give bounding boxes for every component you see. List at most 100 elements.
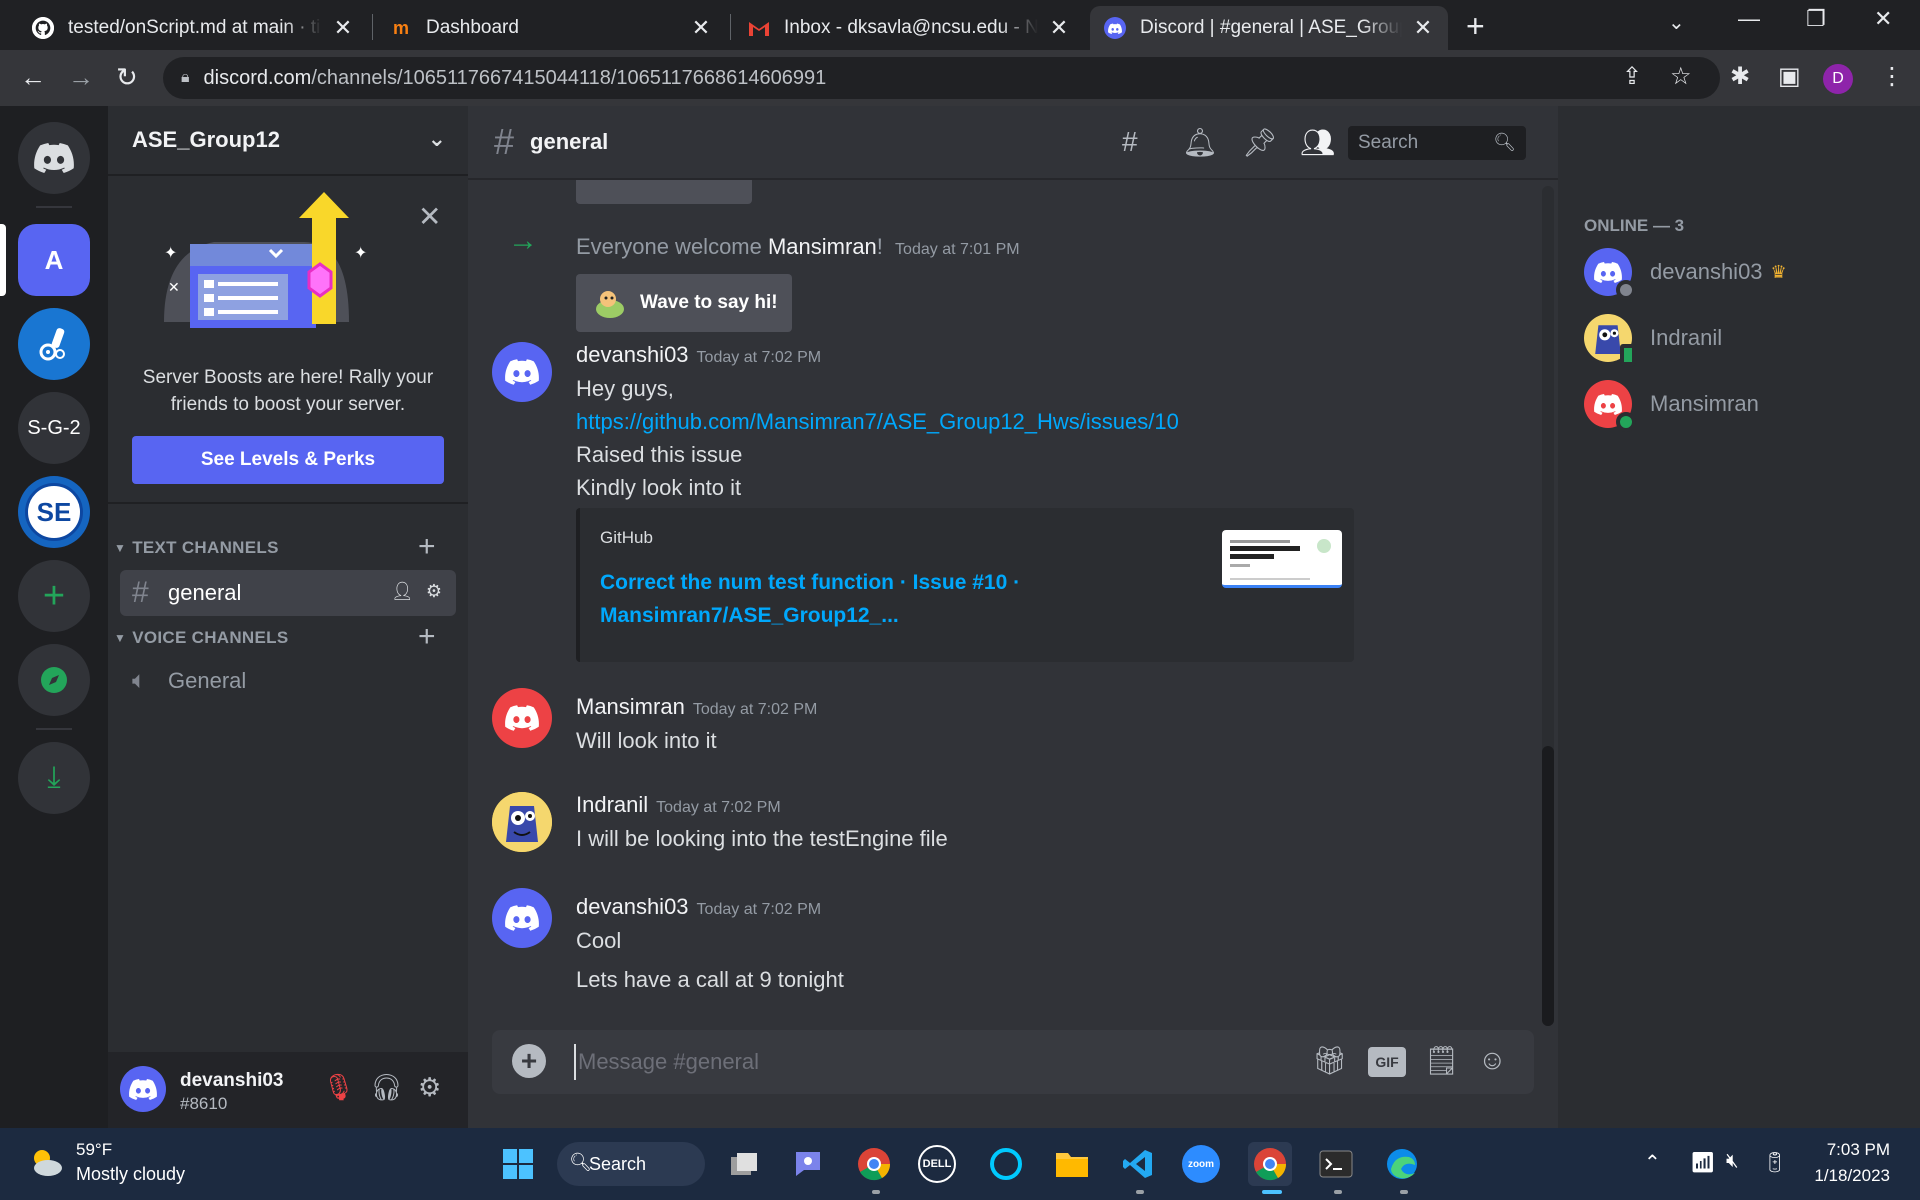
see-levels-perks-button[interactable]: See Levels & Perks [132,436,444,484]
show-hidden-icons-chevron-icon[interactable]: ⌃ [1644,1150,1661,1175]
server-a[interactable]: A [18,224,90,296]
restore-icon[interactable]: ❐ [1806,6,1826,32]
alexa-icon[interactable] [984,1142,1028,1186]
windows-start-icon[interactable] [496,1142,540,1186]
embed-provider[interactable]: GitHub [600,528,653,548]
member-list-icon[interactable]: 👥︎ [1300,126,1336,159]
upload-plus-icon[interactable]: + [512,1044,546,1078]
message-author[interactable]: devanshi03 Today at 7:02 PM [576,894,821,920]
mute-mic-icon[interactable]: 🎙︎ [322,1072,355,1103]
close-window-icon[interactable]: ✕ [1874,6,1892,32]
taskbar-search-button[interactable]: 🔍︎ Search [557,1142,705,1186]
message-author[interactable]: Mansimran Today at 7:02 PM [576,694,817,720]
avatar[interactable] [492,688,552,748]
message-author[interactable]: devanshi03 Today at 7:02 PM [576,342,821,368]
chat-scrollbar[interactable] [1542,186,1554,1026]
avatar[interactable] [492,342,552,402]
author-name[interactable]: devanshi03 [576,342,689,367]
create-text-channel-icon[interactable]: + [418,530,436,564]
member-item[interactable]: devanshi03 ♛ [1584,246,1904,300]
chrome-profile-icon[interactable] [1248,1142,1292,1186]
author-name[interactable]: devanshi03 [576,894,689,919]
browser-tab-discord[interactable]: Discord | #general | ASE_Group12 ✕ [1090,6,1448,50]
create-voice-channel-icon[interactable]: + [418,620,436,654]
explore-servers-compass-icon[interactable] [18,644,90,716]
more-menu-icon[interactable]: ⋮ [1880,62,1904,91]
gif-picker-icon[interactable]: GIF [1368,1047,1406,1077]
battery-icon[interactable]: 🔋︎ [1762,1150,1787,1175]
share-icon[interactable]: ⇪ [1622,62,1642,91]
avatar[interactable] [120,1066,166,1112]
avatar[interactable] [492,888,552,948]
wave-to-say-hi-button[interactable]: Wave to say hi! [576,274,792,332]
close-tab-icon[interactable]: ✕ [332,15,354,41]
notification-bell-icon[interactable]: 🔔︎ [1182,126,1218,159]
channel-general[interactable]: # general 👤︎ ⚙ [120,570,456,616]
invite-member-icon[interactable]: 👤︎ [391,581,414,602]
bookmark-star-icon[interactable]: ☆ [1670,62,1692,91]
clock-time[interactable]: 7:03 PM [1820,1140,1890,1160]
message-link[interactable]: https://github.com/Mansimran7/ASE_Group1… [576,409,1179,435]
embed-title[interactable]: Correct the num test function · Issue #1… [600,566,1070,632]
embed-thumbnail[interactable] [1222,530,1342,588]
server-se[interactable]: SE [18,476,90,548]
close-tab-icon[interactable]: ✕ [1048,15,1070,41]
discord-home-button[interactable] [18,122,90,194]
terminal-icon[interactable] [1314,1142,1358,1186]
reload-icon[interactable]: ↻ [116,62,138,93]
browser-tab-gmail[interactable]: Inbox - dksavla@ncsu.edu - Nort ✕ [734,6,1084,50]
previous-wave-button[interactable] [576,180,752,204]
author-name[interactable]: Mansimran [576,694,685,719]
sticker-icon[interactable]: 🗒︎ [1424,1044,1460,1077]
server-header[interactable]: ASE_Group12 ⌄ [108,106,468,176]
close-tab-icon[interactable]: ✕ [690,15,712,41]
speaker-muted-icon[interactable]: 🔇︎ [1726,1150,1739,1173]
user-settings-gear-icon[interactable]: ⚙ [418,1072,441,1103]
chrome-icon[interactable] [852,1142,896,1186]
forward-arrow-icon[interactable]: → [68,62,94,93]
headphones-icon[interactable]: 🎧︎ [370,1072,403,1103]
message-author[interactable]: Indranil Today at 7:02 PM [576,792,781,818]
extensions-puzzle-icon[interactable]: ✱ [1730,62,1750,91]
wifi-icon[interactable]: 📶︎ [1690,1150,1715,1175]
message-input[interactable] [574,1044,1234,1080]
teams-chat-icon[interactable] [786,1142,830,1186]
channel-settings-gear-icon[interactable]: ⚙ [426,581,442,602]
tab-search-chevron-icon[interactable]: ⌄ [1668,10,1685,35]
author-name[interactable]: Indranil [576,792,648,817]
browser-tab-github[interactable]: tested/onScript.md at main · timm ✕ [18,6,368,50]
member-item[interactable]: Indranil [1584,312,1904,366]
add-server-icon[interactable]: + [18,560,90,632]
scrollbar-thumb[interactable] [1542,746,1554,1026]
address-bar[interactable]: 🔒︎ discord.com /channels/106511766741504… [163,57,1720,99]
pin-icon[interactable]: 📌︎ [1242,126,1278,159]
zoom-icon[interactable]: zoom [1182,1145,1220,1183]
avatar[interactable] [492,792,552,852]
file-explorer-icon[interactable] [1050,1142,1094,1186]
member-item[interactable]: Mansimran [1584,378,1904,432]
minimize-icon[interactable]: — [1738,6,1760,32]
dell-icon[interactable]: DELL [918,1145,956,1183]
threads-icon[interactable]: # [1122,126,1138,158]
profile-avatar[interactable]: D [1823,64,1853,94]
browser-tab-dashboard[interactable]: m Dashboard ✕ [376,6,726,50]
back-arrow-icon[interactable]: ← [20,62,46,93]
voice-channels-category[interactable]: ▼ VOICE CHANNELS [114,628,288,648]
edge-icon[interactable] [1380,1142,1424,1186]
side-panel-icon[interactable]: ▣ [1778,62,1801,91]
download-apps-icon[interactable]: ⤓ [18,742,90,814]
text-channels-category[interactable]: ▼ TEXT CHANNELS [114,538,279,558]
server-s-g-2[interactable]: S-G-2 [18,392,90,464]
voice-channel-general[interactable]: 🔈︎ General [120,658,456,704]
gift-icon[interactable]: 🎁︎ [1312,1044,1348,1077]
weather-temperature[interactable]: 59°F [76,1140,112,1160]
new-tab-icon[interactable]: + [1466,8,1485,45]
server-lab-gear[interactable] [18,308,90,380]
join-username[interactable]: Mansimran [768,234,877,259]
vscode-icon[interactable] [1116,1142,1160,1186]
task-view-icon[interactable] [722,1142,766,1186]
close-tab-icon[interactable]: ✕ [1412,15,1434,41]
clock-date[interactable]: 1/18/2023 [1800,1166,1890,1186]
emoji-picker-icon[interactable]: ☺ [1478,1044,1507,1076]
close-icon[interactable]: ✕ [418,200,441,233]
